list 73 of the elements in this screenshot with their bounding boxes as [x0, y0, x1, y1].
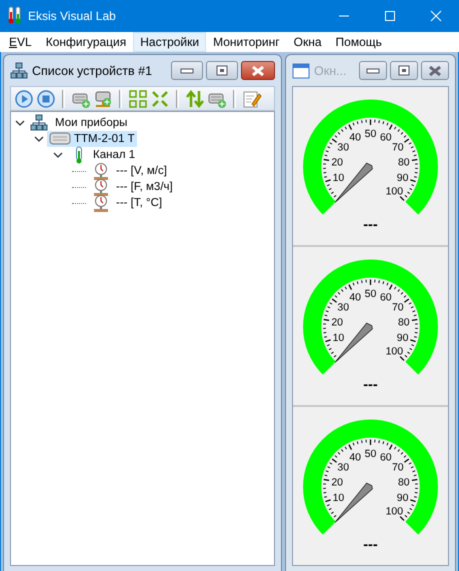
scale-label: 80	[398, 317, 410, 328]
network-icon	[10, 62, 28, 80]
menu-item[interactable]: EVL	[2, 32, 39, 52]
minimize-button[interactable]	[171, 61, 203, 80]
thermometers-icon	[8, 6, 22, 24]
window-title: Окн...	[314, 64, 347, 78]
gauge-reading: ---	[363, 216, 378, 233]
close-icon	[251, 66, 265, 76]
scale-label: 40	[349, 452, 362, 464]
scale-label: 80	[398, 157, 410, 168]
tree-item[interactable]: Мои приборы	[28, 115, 130, 131]
scale-label: 90	[396, 492, 408, 504]
menu-item[interactable]: Настройки	[133, 32, 206, 52]
scale-label: 60	[380, 292, 392, 304]
scale-label: 50	[364, 128, 376, 140]
minimize-button[interactable]	[359, 61, 387, 80]
scale-label: 20	[331, 317, 343, 328]
scale-label: 20	[331, 477, 343, 488]
window-title: Eksis Visual Lab	[28, 9, 116, 23]
menu-item[interactable]: Окна	[286, 32, 329, 52]
scale-label: 100	[386, 346, 404, 358]
close-button[interactable]	[241, 61, 275, 80]
collapse-button[interactable]	[150, 88, 170, 108]
window-title: Список устройств #1	[32, 64, 152, 78]
close-icon	[428, 66, 442, 76]
scale-label: 10	[332, 332, 344, 344]
close-icon	[430, 10, 442, 22]
play-button[interactable]	[14, 88, 34, 108]
stop-button[interactable]	[36, 88, 56, 108]
restore-icon	[397, 64, 411, 76]
up-down-arrows-button[interactable]	[185, 88, 205, 108]
scale-label: 40	[349, 292, 362, 304]
scale-label: 80	[398, 477, 410, 488]
minimize-icon	[366, 66, 380, 74]
scale-label: 30	[337, 302, 350, 314]
scale-label: 50	[364, 288, 376, 300]
scale-label: 10	[332, 492, 344, 504]
restore-icon	[215, 64, 229, 76]
gauge-reading: ---	[363, 536, 378, 553]
scale-label: 30	[337, 142, 350, 154]
scale-label: 10	[332, 172, 344, 184]
thermometer-icon	[74, 146, 84, 164]
edit-button[interactable]	[242, 88, 262, 108]
menu-item[interactable]: Помощь	[328, 32, 389, 52]
scale-label: 70	[392, 142, 404, 154]
tree-item[interactable]: Канал 1	[66, 147, 138, 163]
scale-label: 30	[337, 462, 350, 474]
restore-button[interactable]	[206, 61, 238, 80]
tree-item[interactable]: --- [F, м3/ч]	[89, 179, 175, 195]
scale-label: 70	[392, 462, 404, 474]
scale-label: 50	[364, 448, 376, 460]
tree-item[interactable]: --- [T, °C]	[89, 195, 164, 211]
scale-label: 60	[380, 452, 392, 464]
menu-item[interactable]: Конфигурация	[38, 32, 134, 52]
tree-item[interactable]: --- [V, м/с]	[89, 163, 169, 179]
minimize-icon	[180, 66, 194, 74]
scale-label: 40	[349, 132, 362, 144]
maximize-icon	[384, 10, 396, 22]
scale-label: 90	[396, 332, 408, 344]
menu-item[interactable]: Мониторинг	[206, 32, 287, 52]
scale-label: 70	[392, 302, 404, 314]
scale-label: 90	[396, 172, 408, 184]
window-icon	[292, 62, 310, 80]
scale-label: 20	[331, 157, 343, 168]
network-plus-button[interactable]	[93, 88, 113, 108]
tree-item[interactable]: ТТМ-2-01 Т	[47, 131, 137, 147]
scale-label: 100	[386, 506, 404, 518]
gauge-reading: ---	[363, 376, 378, 393]
scale-label: 60	[380, 132, 392, 144]
close-button[interactable]	[421, 61, 449, 80]
scale-label: 100	[386, 186, 404, 198]
restore-button[interactable]	[390, 61, 418, 80]
expand-button[interactable]	[128, 88, 148, 108]
